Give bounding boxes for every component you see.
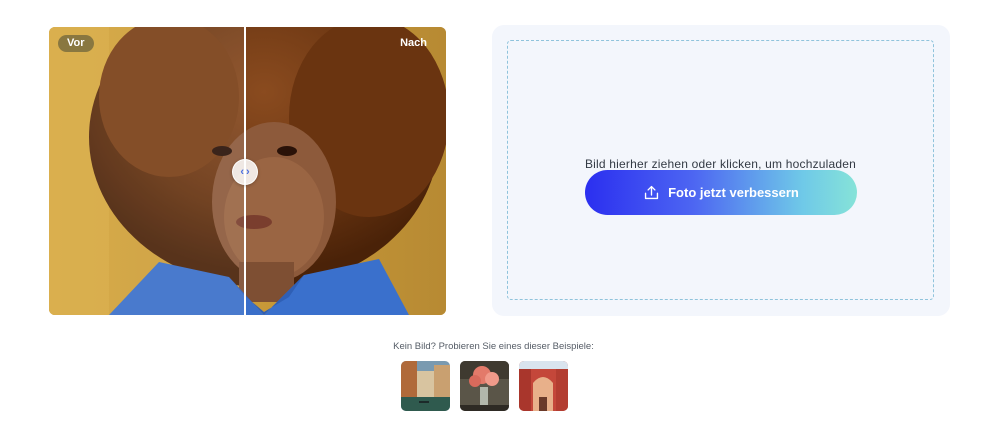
red-street-image [519,361,568,411]
chevron-right-icon: › [246,166,250,178]
example-roses-vase[interactable] [460,361,509,411]
improve-photo-button-label: Foto jetzt verbessern [668,185,799,200]
upload-dropzone[interactable]: Bild hierher ziehen oder klicken, um hoc… [507,40,934,300]
upload-icon [644,185,659,200]
example-thumbnails [401,361,568,411]
venice-canal-image [401,361,450,411]
example-red-street[interactable] [519,361,568,411]
upload-panel: Bild hierher ziehen oder klicken, um hoc… [492,25,950,316]
example-venice-canal[interactable] [401,361,450,411]
chevron-left-icon: ‹ [240,166,244,178]
roses-vase-image [460,361,509,411]
before-label: Vor [58,35,94,52]
improve-photo-button[interactable]: Foto jetzt verbessern [585,170,857,215]
comparison-slider-handle[interactable]: ‹ › [232,159,258,185]
examples-label: Kein Bild? Probieren Sie eines dieser Be… [393,341,594,352]
drop-hint: Bild hierher ziehen oder klicken, um hoc… [584,157,857,171]
before-after-comparison[interactable]: Vor Nach ‹ › [49,27,446,315]
after-label: Nach [400,37,427,49]
